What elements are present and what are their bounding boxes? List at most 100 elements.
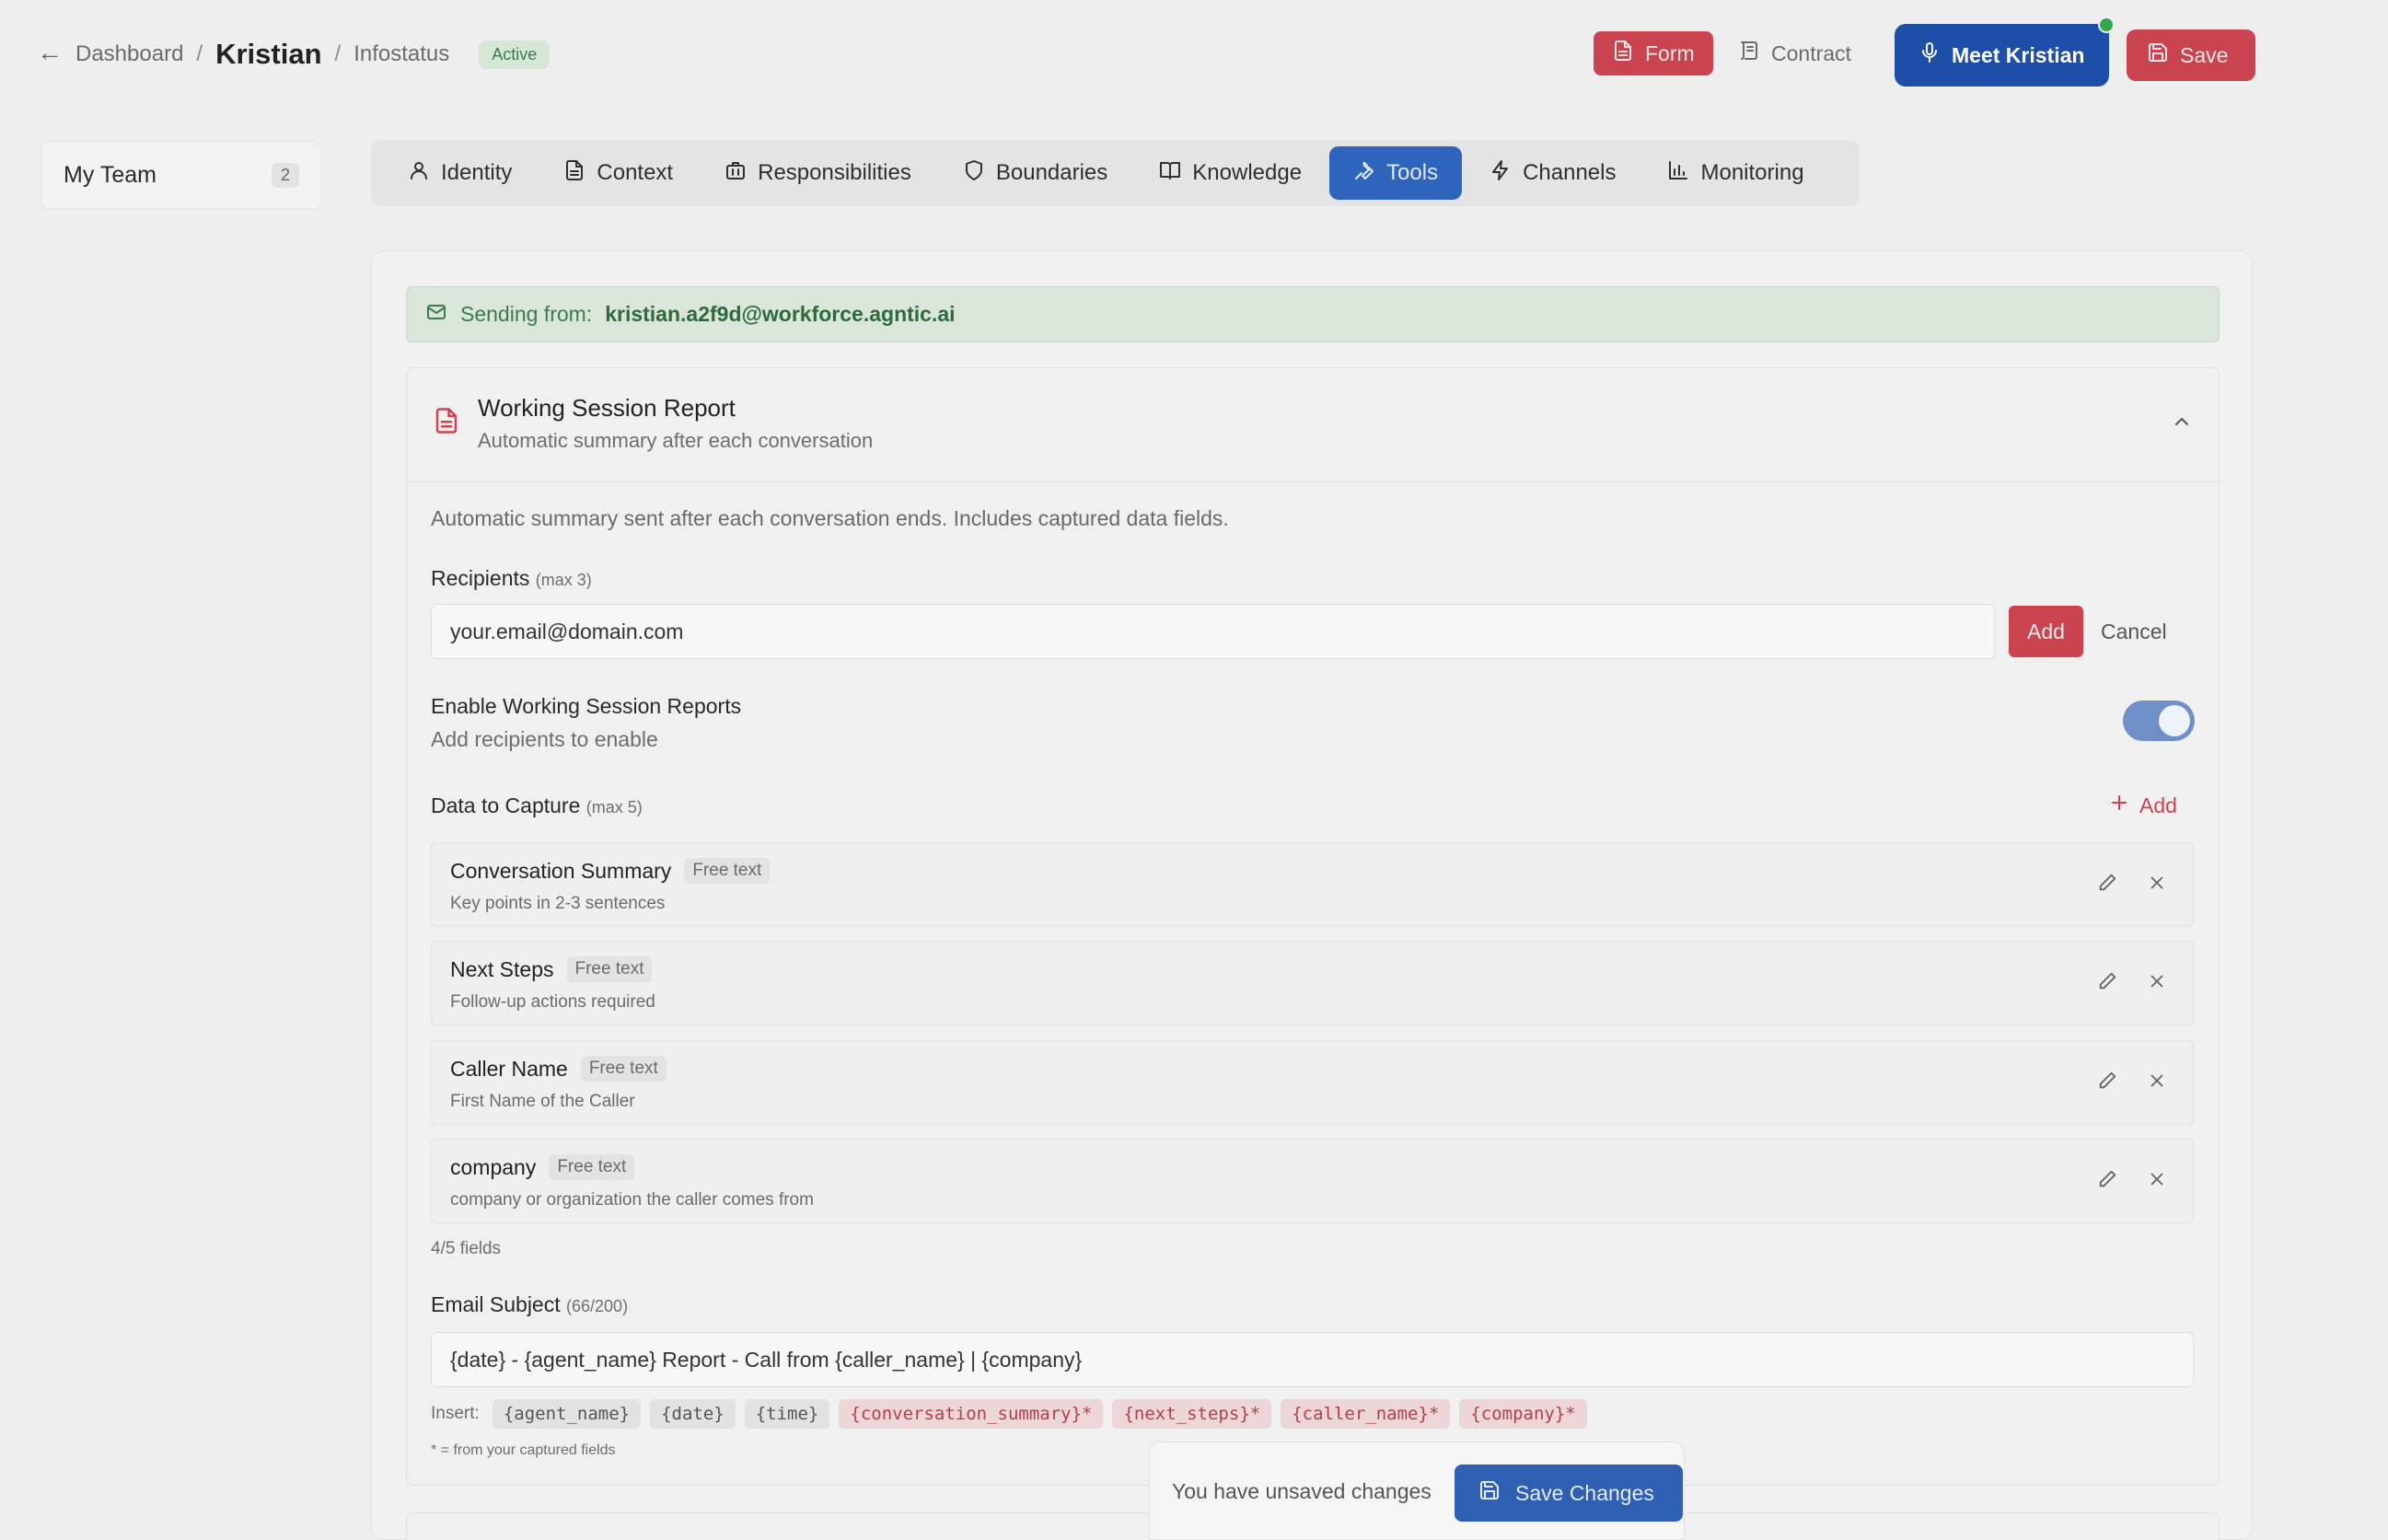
insert-token[interactable]: {agent_name} — [492, 1399, 642, 1429]
tab-identity[interactable]: Identity — [384, 146, 536, 200]
briefcase-icon — [725, 159, 747, 188]
save-icon — [2147, 41, 2169, 69]
back-arrow-icon[interactable]: ← — [37, 39, 64, 66]
enable-reports-title: Enable Working Session Reports — [431, 694, 742, 718]
pencil-icon[interactable] — [2097, 1169, 2117, 1194]
report-subtitle: Automatic summary after each conversatio… — [478, 429, 874, 452]
breadcrumb-separator: / — [334, 41, 342, 66]
capture-hint: (max 5) — [585, 798, 643, 816]
recipient-email-input[interactable] — [431, 604, 1995, 659]
field-name-row: Caller Name Free text — [450, 1056, 667, 1082]
captured-fields-footnote: * = from your captured fields — [431, 1442, 616, 1458]
contract-button[interactable]: Contract — [1721, 31, 1878, 75]
tab-label: Knowledge — [1192, 160, 1303, 185]
field-type-badge: Free text — [566, 956, 653, 982]
tab-label: Identity — [441, 160, 513, 185]
tab-label: Boundaries — [995, 160, 1108, 185]
top-header: ← Dashboard / Kristian / Infostatus Acti… — [0, 0, 2388, 109]
field-name: Next Steps — [450, 956, 554, 981]
field-name: company — [450, 1154, 537, 1179]
field-type-badge: Free text — [549, 1154, 635, 1180]
insert-token-captured[interactable]: {next_steps}* — [1112, 1399, 1272, 1429]
sending-from-banner: Sending from: kristian.a2f9d@workforce.a… — [406, 286, 2220, 342]
tab-responsibilities[interactable]: Responsibilities — [701, 146, 935, 200]
close-icon[interactable] — [2147, 971, 2167, 996]
recipients-label-text: Recipients — [431, 566, 530, 590]
report-card-header[interactable]: Working Session Report Automatic summary… — [407, 368, 2219, 482]
chevron-up-icon[interactable] — [2171, 411, 2193, 437]
enable-reports-subtitle: Add recipients to enable — [431, 727, 658, 751]
online-status-dot — [2098, 17, 2115, 33]
field-name-row: company Free text — [450, 1154, 635, 1180]
tab-label: Monitoring — [1700, 160, 1804, 185]
save-icon — [1478, 1479, 1501, 1507]
mail-icon — [425, 301, 447, 329]
toggle-knob — [2159, 705, 2190, 736]
data-to-capture-label: Data to Capture (max 5) — [431, 793, 643, 818]
tab-tools[interactable]: Tools — [1329, 146, 1463, 200]
bolt-icon — [1490, 159, 1512, 188]
pencil-icon[interactable] — [2097, 873, 2117, 897]
document-icon — [563, 159, 585, 188]
field-type-badge: Free text — [580, 1056, 667, 1082]
breadcrumb: Dashboard / Kristian / Infostatus Active — [75, 33, 551, 75]
plus-icon — [2108, 792, 2130, 819]
tab-label: Responsibilities — [758, 160, 911, 185]
save-changes-button[interactable]: Save Changes — [1455, 1465, 1683, 1522]
field-name-row: Next Steps Free text — [450, 956, 653, 982]
sidebar-item-my-team[interactable]: My Team 2 — [41, 141, 322, 210]
capture-field-item: Conversation Summary Free text Key point… — [431, 842, 2194, 927]
pencil-icon[interactable] — [2097, 971, 2117, 996]
insert-token-captured[interactable]: {caller_name}* — [1281, 1399, 1451, 1429]
close-icon[interactable] — [2147, 873, 2167, 897]
book-icon — [1159, 159, 1181, 188]
breadcrumb-section[interactable]: Infostatus — [354, 41, 449, 67]
insert-token-captured[interactable]: {conversation_summary}* — [839, 1399, 1104, 1429]
breadcrumb-dashboard-link[interactable]: Dashboard — [75, 41, 183, 67]
tab-monitoring[interactable]: Monitoring — [1643, 146, 1827, 200]
email-subject-label: Email Subject (66/200) — [431, 1292, 628, 1317]
tab-boundaries[interactable]: Boundaries — [939, 146, 1131, 200]
report-description: Automatic summary sent after each conver… — [431, 506, 1229, 530]
document-icon — [1612, 40, 1634, 67]
agent-name-title: Kristian — [215, 38, 322, 70]
field-description: Key points in 2-3 sentences — [450, 894, 666, 913]
form-button[interactable]: Form — [1594, 31, 1713, 75]
tab-label: Tools — [1386, 160, 1439, 185]
email-subject-input[interactable] — [431, 1332, 2194, 1387]
sending-from-prefix: Sending from: — [460, 302, 593, 326]
tab-bar: Identity Context Responsibilities Bounda… — [371, 140, 1860, 206]
wrench-icon — [1353, 159, 1375, 188]
capture-field-item: Next Steps Free text Follow-up actions r… — [431, 941, 2194, 1025]
tab-channels[interactable]: Channels — [1466, 146, 1640, 200]
shield-icon — [963, 159, 985, 188]
sending-from-email: kristian.a2f9d@workforce.agntic.ai — [605, 302, 956, 326]
field-description: company or organization the caller comes… — [450, 1190, 814, 1210]
insert-label: Insert: — [431, 1404, 480, 1423]
enable-reports-toggle[interactable] — [2123, 701, 2195, 741]
insert-token[interactable]: {time} — [744, 1399, 830, 1429]
add-recipient-button[interactable]: Add — [2009, 606, 2083, 657]
breadcrumb-separator: / — [196, 41, 203, 66]
tab-knowledge[interactable]: Knowledge — [1135, 146, 1326, 200]
subject-label-text: Email Subject — [431, 1292, 561, 1316]
tab-context[interactable]: Context — [539, 146, 697, 200]
pencil-icon[interactable] — [2097, 1071, 2117, 1095]
insert-token-row: Insert: {agent_name} {date} {time} {conv… — [431, 1399, 1587, 1429]
save-button[interactable]: Save — [2127, 29, 2255, 81]
recipients-hint: (max 3) — [535, 571, 592, 589]
meet-agent-button[interactable]: Meet Kristian — [1895, 24, 2109, 87]
close-icon[interactable] — [2147, 1169, 2167, 1194]
meet-button-label: Meet Kristian — [1952, 42, 2085, 67]
contract-button-label: Contract — [1771, 41, 1851, 65]
insert-token[interactable]: {date} — [650, 1399, 736, 1429]
team-label: My Team — [64, 162, 156, 188]
field-description: First Name of the Caller — [450, 1092, 635, 1111]
add-capture-field-button[interactable]: Add — [2108, 792, 2177, 819]
save-changes-label: Save Changes — [1515, 1480, 1654, 1505]
close-icon[interactable] — [2147, 1071, 2167, 1095]
field-name: Caller Name — [450, 1056, 568, 1081]
insert-token-captured[interactable]: {company}* — [1459, 1399, 1587, 1429]
cancel-recipient-button[interactable]: Cancel — [2101, 606, 2167, 657]
report-document-icon — [433, 407, 460, 439]
